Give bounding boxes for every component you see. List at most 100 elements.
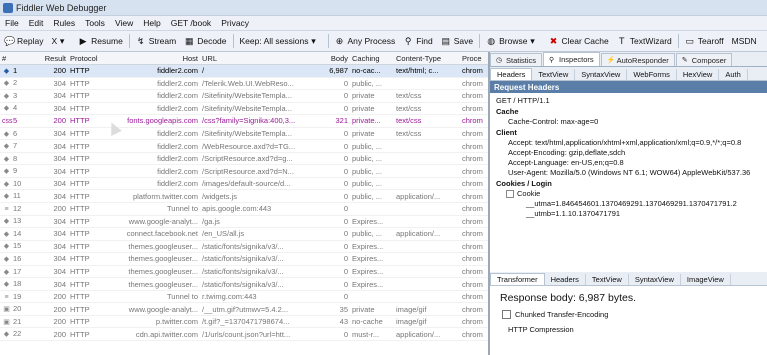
table-row[interactable]: ◆ 1 200 HTTP fiddler2.com / 6,987 no-cac... text… [0, 65, 488, 78]
table-row[interactable]: ◆ 8 304 HTTP fiddler2.com/ScriptResource.axd… [0, 153, 488, 166]
row-host: fiddler2.com [157, 66, 198, 76]
table-row[interactable]: ◆ 7 304 HTTP fiddler2.com/WebResource.axd?d=… [0, 140, 488, 153]
find-button[interactable]: ⚲ Find [399, 36, 437, 46]
tab-composer[interactable]: ✎ Composer [675, 53, 733, 66]
col-header-caching[interactable]: Caching [350, 54, 394, 63]
cookie-utmb[interactable]: __utmb=1.1.10.1370471791 [496, 209, 767, 219]
row-result: 304 [53, 103, 66, 113]
col-header-process[interactable]: Proce [460, 54, 488, 63]
tab-resp-imageview[interactable]: ImageView [681, 274, 731, 285]
request-headers-title: Request Headers [490, 81, 767, 93]
decode-button[interactable]: ▦ Decode [180, 36, 230, 46]
tab-req-textview[interactable]: TextView [532, 69, 576, 80]
col-header-result[interactable]: Result [32, 54, 68, 63]
row-body: 0 [343, 279, 348, 289]
table-row[interactable]: ◆ 13 304 HTTP www.google-analyt... /ga.js 0 Exp… [0, 216, 488, 229]
table-row[interactable]: ◆ 16 304 HTTP themes.googleuser... /static/fo… [0, 253, 488, 266]
table-row[interactable]: ◆ 2 304 HTTP fiddler2.com/Telerik.Web.UI.Web… [0, 78, 488, 91]
table-row[interactable]: ◆ 11 304 HTTP platform.twitter.com/widgets.j… [0, 190, 488, 204]
resume-button[interactable]: ▶ Resume [74, 36, 127, 46]
tab-req-webforms[interactable]: WebForms [627, 69, 677, 80]
row-result: 304 [53, 141, 66, 151]
table-row[interactable]: ◆ 3 304 HTTP fiddler2.com/Sitefinity/Website… [0, 90, 488, 103]
section-cookies-login[interactable]: Cookies / Login [496, 178, 767, 189]
msdn-search[interactable]: MSDN [728, 36, 761, 46]
chunked-checkbox[interactable]: Chunked Transfer-Encoding [490, 304, 767, 319]
col-header-content-type[interactable]: Content-Type [394, 54, 460, 63]
tearoff-button[interactable]: ▭ Tearoff [681, 36, 728, 46]
menu-edit[interactable]: Edit [24, 18, 49, 28]
menu-file[interactable]: File [0, 18, 24, 28]
table-row[interactable]: ◆ 14 304 HTTP connect.facebook.net/en_US/all… [0, 228, 488, 241]
session-type-icon: ◆ [3, 255, 10, 263]
table-row[interactable]: ▣ 20 200 HTTP www.google-analyt... /__utm.gif… [0, 303, 488, 316]
tab-resp-transformer[interactable]: Transformer [490, 273, 545, 285]
tab-req-syntaxview[interactable]: SyntaxView [575, 69, 628, 80]
toolbar: 💬 Replay X ▾ ▶ Resume ↯ Stream ▦ Decode Keep:… [0, 31, 767, 52]
browse-button[interactable]: ◍ Browse ▾ [482, 36, 544, 46]
table-row[interactable]: ◆ 18 304 HTTP themes.googleuser... /static/fo… [0, 278, 488, 291]
col-header-body[interactable]: Body [318, 54, 350, 63]
tab-req-headers[interactable]: Headers [490, 68, 533, 80]
row-number-text: 2 [13, 78, 18, 88]
cookie-node[interactable]: Cookie [496, 189, 767, 199]
table-row[interactable]: ≡ 19 200 HTTP Tunnel to r.twimg.com:443 0 chrom [0, 291, 488, 304]
table-row[interactable]: ◆ 17 304 HTTP themes.googleuser... /static/fo… [0, 266, 488, 279]
table-row[interactable]: ◆ 9 304 HTTP fiddler2.com/ScriptResource.axd… [0, 165, 488, 178]
col-header-number[interactable]: # [0, 54, 32, 63]
tab-req-auth[interactable]: Auth [719, 69, 748, 80]
tab-statistics[interactable]: ◷ Statistics [490, 53, 543, 66]
col-header-host[interactable]: Host [108, 54, 200, 63]
row-number-text: 5 [13, 115, 18, 125]
tab-req-hexview[interactable]: HexView [677, 69, 720, 80]
table-row[interactable]: ◆ 6 304 HTTP fiddler2.com/Sitefinity/Website… [0, 128, 488, 141]
tab-autoresponder[interactable]: ⚡ AutoResponder [600, 53, 675, 66]
table-row[interactable]: ◆ 10 304 HTTP fiddler2.com/images/default-so… [0, 178, 488, 191]
row-content-type: application/... [396, 191, 441, 201]
header-cache-control[interactable]: Cache-Control: max-age=0 [496, 117, 767, 127]
table-row[interactable]: ≡ 12 200 HTTP Tunnel to apis.google.com:443 0 c… [0, 203, 488, 216]
section-client[interactable]: Client [496, 127, 767, 138]
row-protocol: HTTP [70, 229, 90, 239]
remove-button[interactable]: X ▾ [47, 36, 74, 46]
col-header-protocol[interactable]: Protocol [68, 54, 108, 63]
table-row[interactable]: ◆ 22 200 HTTP cdn.api.twitter.com/1/urls/cou… [0, 328, 488, 342]
row-process: chrom [462, 66, 483, 76]
any-process-button[interactable]: ⊕ Any Process [331, 36, 400, 46]
table-row[interactable]: ◆ 4 304 HTTP fiddler2.com/Sitefinity/Website… [0, 103, 488, 116]
replay-button[interactable]: 💬 Replay [0, 36, 47, 46]
col-header-url[interactable]: URL [200, 54, 318, 63]
table-row[interactable]: ◆ 15 304 HTTP themes.googleuser... /static/fo… [0, 241, 488, 254]
textwizard-button[interactable]: T TextWizard [613, 36, 676, 46]
tab-resp-textview[interactable]: TextView [586, 274, 629, 285]
cookie-utma[interactable]: __utma=1.846454601.1370469291.1370469291… [496, 199, 767, 209]
header-user-agent[interactable]: User-Agent: Mozilla/5.0 (Windows NT 6.1;… [496, 168, 767, 178]
session-type-icon: ◆ [3, 130, 10, 138]
header-accept[interactable]: Accept: text/html,application/xhtml+xml,… [496, 138, 767, 148]
menu-get-book[interactable]: GET /book [166, 18, 216, 28]
header-accept-encoding[interactable]: Accept-Encoding: gzip,deflate,sdch [496, 148, 767, 158]
stream-button[interactable]: ↯ Stream [132, 36, 180, 46]
menu-privacy[interactable]: Privacy [216, 18, 254, 28]
menu-view[interactable]: View [110, 18, 138, 28]
menu-tools[interactable]: Tools [80, 18, 110, 28]
tab-resp-syntaxview[interactable]: SyntaxView [629, 274, 681, 285]
response-tabs: Transformer Headers TextView SyntaxView … [490, 272, 767, 286]
section-cache[interactable]: Cache [496, 106, 767, 117]
table-row[interactable]: ▣ 21 200 HTTP p.twitter.com/t.gif?_=13704717… [0, 316, 488, 329]
menu-help[interactable]: Help [138, 18, 165, 28]
menu-rules[interactable]: Rules [48, 18, 80, 28]
tab-inspectors[interactable]: ⚲ Inspectors [543, 52, 600, 66]
row-number-text: 13 [13, 216, 22, 226]
row-protocol: HTTP [70, 141, 90, 151]
table-row[interactable]: css5 200 HTTP fonts.googleapis.com/css?fami… [0, 115, 488, 128]
session-type-icon: ◆ [3, 155, 10, 163]
header-accept-language[interactable]: Accept-Language: en-US,en;q=0.8 [496, 158, 767, 168]
keep-sessions-dropdown[interactable]: Keep: All sessions ▾ [236, 36, 326, 46]
clear-cache-button[interactable]: ✖ Clear Cache [544, 36, 612, 46]
save-button[interactable]: ▤ Save [437, 36, 477, 46]
menu-bar: File Edit Rules Tools View Help GET /boo… [0, 16, 767, 31]
row-url: /static/fonts/signika/v3/... [202, 241, 284, 251]
tab-resp-headers[interactable]: Headers [545, 274, 586, 285]
row-url: r.twimg.com:443 [202, 292, 257, 302]
